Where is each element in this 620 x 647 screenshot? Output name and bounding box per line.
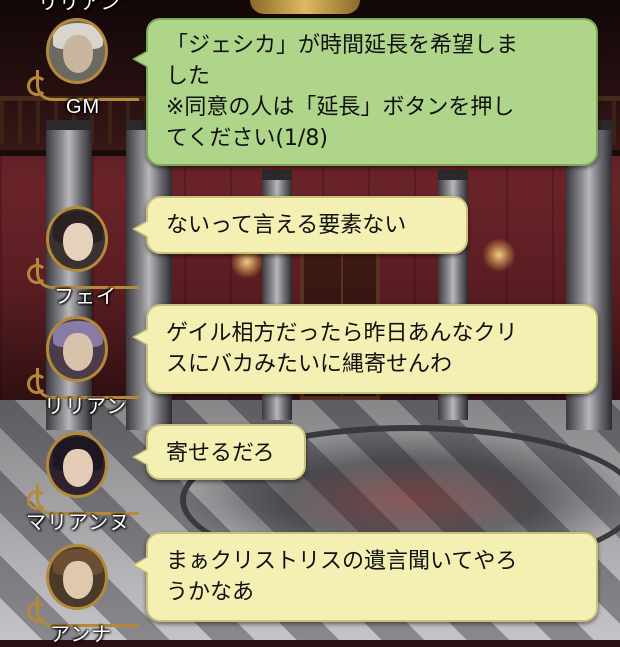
avatar[interactable]: アンナ — [27, 544, 139, 646]
chat-bubble: まぁクリストリスの遺言聞いてやろ うかなあ — [132, 532, 598, 622]
message-line: ゲイル相方だったら昨日あんなクリ — [166, 321, 518, 346]
message-line: ないって言える要素ない — [166, 213, 407, 238]
avatar[interactable]: GM — [27, 18, 139, 118]
speaker-name: リリアン — [44, 396, 128, 418]
chat-bubble: ないって言える要素ない — [132, 196, 468, 254]
chat-bubble: 「ジェシカ」が時間延長を希望しま した ※同意の人は「延長」ボタンを押し てくだ… — [132, 18, 598, 166]
speaker-name: アンナ — [50, 624, 113, 646]
speaker-name: フェイ — [54, 286, 117, 308]
message-line: スにバカみたいに縄寄せんわ — [166, 352, 453, 377]
avatar[interactable]: リリアン — [27, 316, 139, 418]
message-line: うかなあ — [166, 580, 255, 605]
wall-lamp-right — [482, 238, 516, 272]
message-line: てください(1/8) — [166, 126, 328, 151]
chat-bubble: ゲイル相方だったら昨日あんなクリ スにバカみたいに縄寄せんわ — [132, 304, 598, 394]
chandelier — [250, 0, 360, 14]
avatar[interactable]: マリアンヌ — [26, 432, 139, 534]
chat-bubble: 寄せるだろ — [132, 424, 306, 480]
message-line: まぁクリストリスの遺言聞いてやろ — [166, 549, 518, 574]
avatar[interactable]: フェイ — [27, 206, 139, 308]
speaker-name-partial: リリアン — [38, 0, 122, 14]
message-line: 「ジェシカ」が時間延長を希望しま — [166, 33, 519, 58]
message-line: 寄せるだろ — [166, 441, 275, 466]
message-line: した — [166, 64, 211, 89]
message-line: ※同意の人は「延長」ボタンを押し — [166, 95, 515, 120]
speaker-name: マリアンヌ — [26, 512, 131, 534]
